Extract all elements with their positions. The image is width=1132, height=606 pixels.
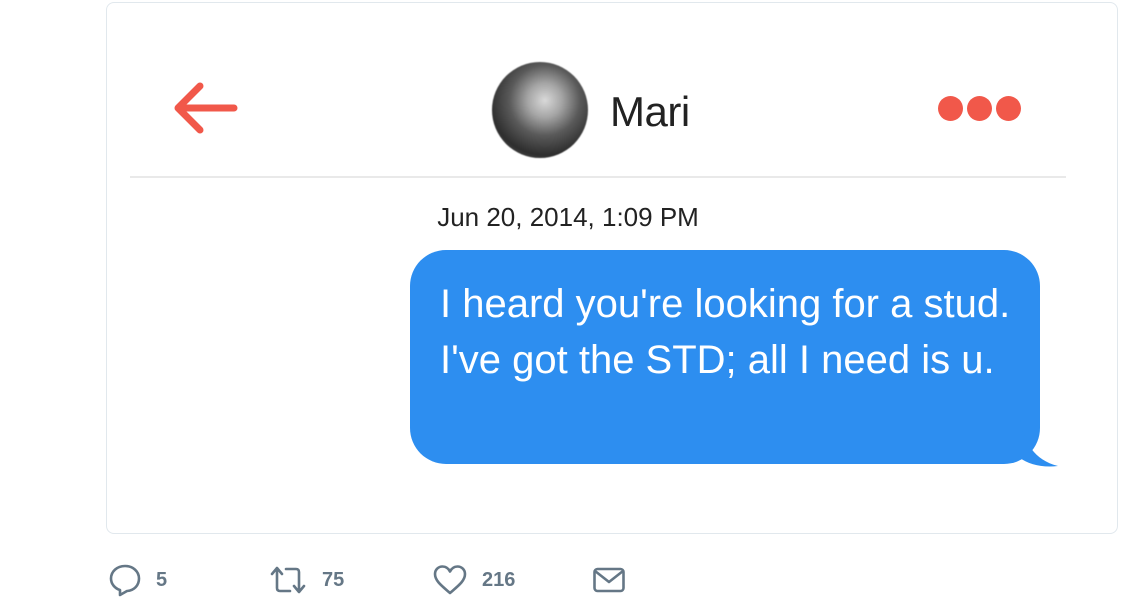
more-button[interactable]: [938, 90, 1028, 126]
retweet-count: 75: [322, 568, 345, 591]
like-button[interactable]: 216: [432, 560, 515, 600]
heart-icon: [433, 565, 467, 595]
bubble-tail: [1020, 420, 1058, 467]
tweet-actions: 5 75 216: [108, 560, 708, 600]
reply-icon: [109, 564, 141, 597]
envelope-icon: [593, 567, 625, 593]
retweet-button[interactable]: 75: [268, 560, 344, 600]
more-dot: [996, 95, 1021, 121]
back-button[interactable]: [168, 80, 240, 136]
more-dot: [967, 95, 992, 121]
like-count: 216: [482, 568, 516, 591]
direct-message-button[interactable]: [592, 560, 626, 600]
timestamp-text: Jun 20, 2014, 1:09 PM: [437, 202, 699, 232]
back-arrow-icon: [174, 82, 238, 134]
chat-header: Mari: [130, 60, 1066, 178]
retweet-icon: [270, 566, 306, 594]
message-timestamp: Jun 20, 2014, 1:09 PM: [130, 202, 1066, 233]
tweet: Mari Jun 20, 2014, 1:09 PM I heard you'r…: [0, 0, 1132, 606]
reply-count: 5: [156, 568, 168, 591]
message-bubble: I heard you're looking for a stud. I've …: [410, 250, 1040, 464]
reply-button[interactable]: 5: [108, 560, 167, 600]
contact-name: Mari: [610, 88, 690, 135]
chat-screenshot: Mari Jun 20, 2014, 1:09 PM I heard you'r…: [130, 60, 1066, 480]
avatar[interactable]: [492, 62, 588, 158]
more-dots-icon: [938, 95, 963, 121]
